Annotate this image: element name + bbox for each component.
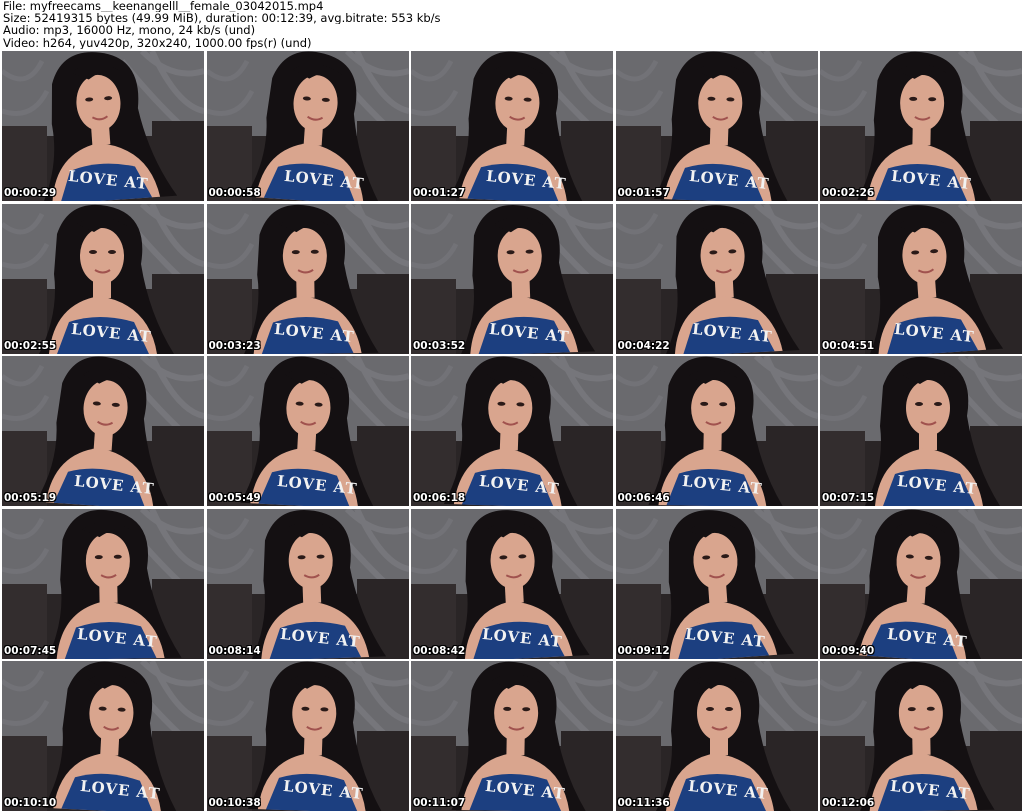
thumbnail-timestamp: 00:04:22	[617, 339, 670, 352]
video-thumbnail: LOVE AT 00:03:23	[206, 203, 409, 354]
video-thumbnail: LOVE AT 00:10:10	[2, 661, 204, 811]
video-thumbnail: LOVE AT 00:04:51	[820, 203, 1022, 354]
thumbnail-timestamp: 00:09:40	[822, 644, 875, 657]
thumbnail-timestamp: 00:09:12	[617, 644, 670, 657]
thumbnail-timestamp: 00:01:27	[413, 187, 466, 199]
thumbnail-grid: LOVE AT 00:00:29 LOVE AT 00:00:58 LOVE AT 00:…	[2, 51, 1022, 811]
video-thumbnail: LOVE AT 00:06:46	[615, 356, 818, 506]
thumbnail-timestamp: 00:01:57	[617, 187, 670, 199]
video-thumbnail: LOVE AT 00:01:27	[411, 51, 613, 201]
thumbnail-timestamp: 00:08:42	[413, 644, 466, 657]
thumbnail-timestamp: 00:10:10	[4, 797, 57, 809]
thumbnail-timestamp: 00:03:52	[413, 339, 466, 352]
thumbnail-timestamp: 00:07:45	[4, 644, 57, 657]
file-size-line: Size: 52419315 bytes (49.99 MiB), durati…	[3, 12, 441, 25]
thumbnail-timestamp: 00:08:14	[208, 644, 261, 657]
thumbnail-timestamp: 00:03:23	[208, 339, 261, 352]
video-thumbnail: LOVE AT 00:07:45	[2, 508, 204, 659]
video-thumbnail: LOVE AT 00:08:42	[411, 508, 613, 659]
video-thumbnail: LOVE AT 00:05:19	[2, 356, 204, 506]
video-thumbnail: LOVE AT 00:03:52	[411, 203, 613, 354]
thumbnail-timestamp: 00:10:38	[208, 797, 261, 809]
thumbnail-timestamp: 00:06:18	[413, 492, 466, 504]
video-thumbnail: LOVE AT 00:01:57	[615, 51, 818, 201]
file-name-line: File: myfreecams__keenangelll__female_03…	[3, 0, 324, 13]
video-thumbnail: LOVE AT 00:05:49	[206, 356, 409, 506]
thumbnail-timestamp: 00:04:51	[822, 339, 875, 352]
video-thumbnail: LOVE AT 00:07:15	[820, 356, 1022, 506]
video-thumbnail: LOVE AT 00:02:55	[2, 203, 204, 354]
thumbnail-timestamp: 00:05:49	[208, 492, 261, 504]
video-thumbnail: LOVE AT 00:08:14	[206, 508, 409, 659]
thumbnail-timestamp: 00:00:29	[4, 187, 57, 199]
video-thumbnail: LOVE AT 00:09:12	[615, 508, 818, 659]
video-thumbnail: LOVE AT 00:11:36	[615, 661, 818, 811]
video-thumbnail: LOVE AT 00:00:29	[2, 51, 204, 201]
video-info-line: Video: h264, yuv420p, 320x240, 1000.00 f…	[3, 36, 312, 49]
video-thumbnail: LOVE AT 00:12:06	[820, 661, 1022, 811]
audio-info-line: Audio: mp3, 16000 Hz, mono, 24 kb/s (und…	[3, 24, 256, 37]
thumbnail-timestamp: 00:06:46	[617, 492, 670, 504]
video-thumbnail: LOVE AT 00:09:40	[820, 508, 1022, 659]
video-thumbnail: LOVE AT 00:02:26	[820, 51, 1022, 201]
thumbnail-timestamp: 00:05:19	[4, 492, 57, 504]
video-thumbnail: LOVE AT 00:11:07	[411, 661, 613, 811]
thumbnail-timestamp: 00:00:58	[208, 187, 261, 199]
thumbnail-timestamp: 00:11:07	[413, 797, 466, 809]
thumbnail-timestamp: 00:11:36	[617, 797, 670, 809]
thumbnail-timestamp: 00:02:55	[4, 339, 57, 352]
thumbnail-timestamp: 00:12:06	[822, 797, 875, 809]
thumbnail-timestamp: 00:07:15	[822, 492, 875, 504]
video-thumbnail: LOVE AT 00:04:22	[615, 203, 818, 354]
video-thumbnail: LOVE AT 00:00:58	[206, 51, 409, 201]
video-thumbnail: LOVE AT 00:06:18	[411, 356, 613, 506]
video-thumbnail: LOVE AT 00:10:38	[206, 661, 409, 811]
video-info-header: File: myfreecams__keenangelll__female_03…	[3, 0, 1021, 50]
thumbnail-timestamp: 00:02:26	[822, 187, 875, 199]
